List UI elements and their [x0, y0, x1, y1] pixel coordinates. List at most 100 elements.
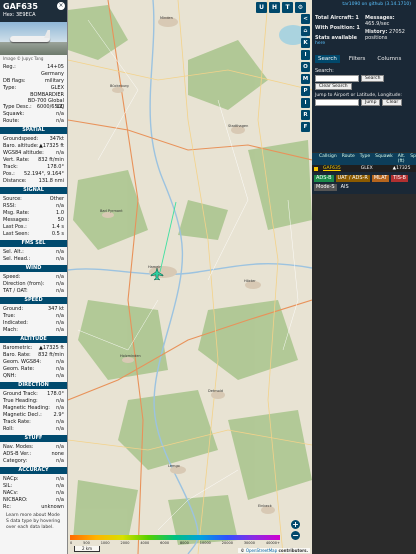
jump-input[interactable] — [315, 99, 359, 106]
search-button[interactable]: Search — [361, 75, 385, 82]
legend-tis-b[interactable]: TIS-B — [391, 175, 408, 182]
forest-areas — [68, 5, 312, 545]
detail-value: n/a — [56, 398, 64, 404]
tab-columns[interactable]: Columns — [374, 55, 404, 63]
detail-row: Groundspeed: 347kt — [3, 136, 64, 143]
detail-label: Track Rate: — [3, 419, 31, 425]
legend-mlat[interactable]: MLAT — [371, 175, 390, 182]
zoom-out-button[interactable]: − — [291, 531, 300, 540]
aircraft-hex: Hex: 3E9ECA — [3, 12, 36, 18]
map-side-button-4[interactable]: O — [301, 62, 310, 72]
map-canvas[interactable]: Minden Bückeburg Stadthagen Hameln Bad Pyrmo… — [68, 0, 312, 554]
clear-button[interactable]: Clear — [382, 99, 403, 106]
aircraft-photo[interactable] — [0, 22, 67, 55]
openstreetmap-link[interactable]: OpenStreetMap — [246, 548, 277, 553]
detail-row: ADS-B Ver.: none — [3, 451, 64, 458]
map-button-u[interactable]: U — [256, 2, 267, 13]
detail-label: True Heading: — [3, 398, 38, 404]
map-side-button-9[interactable]: F — [301, 122, 310, 132]
aircraft-info-panel: GAF635 Hex: 3E9ECA × Image © Jupyc Tang … — [0, 0, 68, 554]
row-checkbox[interactable] — [314, 166, 318, 171]
detail-row: Roll: n/a — [3, 426, 64, 433]
detail-row: Barometric: ▲17325 ft — [3, 345, 64, 352]
altitude-tick-label: 40000+ — [265, 541, 280, 545]
zoom-in-button[interactable]: + — [291, 520, 300, 529]
legend-mode-s[interactable]: Mode-S — [314, 184, 337, 191]
column-header[interactable]: Alt. (ft) — [398, 154, 406, 164]
city-label: Detmold — [208, 389, 223, 393]
row-callsign[interactable]: GAF635 — [323, 166, 341, 171]
altitude-tick-label: 20000 — [221, 541, 233, 545]
detail-value: 0.5 s — [51, 231, 64, 237]
detail-value: military — [44, 78, 64, 84]
clear-search-button[interactable]: Clear Search — [315, 83, 352, 90]
search-input[interactable] — [315, 75, 359, 82]
legend-uat-ads-r[interactable]: UAT / ADS-R — [335, 175, 370, 182]
tab-filters[interactable]: Filters — [346, 55, 369, 63]
legend-ais[interactable]: AIS — [338, 184, 351, 191]
map-view[interactable]: Minden Bückeburg Stadthagen Hameln Bad Pyrmo… — [68, 0, 312, 554]
detail-value: n/a — [56, 320, 64, 326]
map-side-button-6[interactable]: P — [301, 86, 310, 96]
jump-button[interactable]: Jump — [361, 99, 381, 106]
detail-value: 1.0 — [56, 210, 64, 216]
detail-label: Ground Track: — [3, 391, 38, 397]
column-header[interactable]: Spd — [410, 154, 416, 164]
detail-row: Route: n/a — [3, 118, 64, 125]
table-row[interactable]: GAF635 GLEX ▲17325 — [312, 165, 416, 172]
column-header[interactable]: Route — [342, 154, 355, 164]
detail-label: Last Seen: — [3, 231, 30, 237]
legend-ads-b[interactable]: ADS-B — [314, 175, 334, 182]
map-side-button-0[interactable]: < — [301, 14, 310, 24]
section-header-spatial: SPATIAL — [0, 127, 67, 134]
detail-row: Speed: n/a — [3, 274, 64, 281]
detail-value: n/a — [56, 111, 64, 117]
section-header-stuff: STUFF — [0, 435, 67, 442]
altitude-tick-label: 6000 — [160, 541, 170, 545]
detail-label: Mach: — [3, 327, 18, 333]
detail-row: Squawk: n/a — [3, 111, 64, 118]
map-side-button-5[interactable]: M — [301, 74, 310, 84]
type-description: BOMBARDIER BD-700 Global 6000/6500 — [27, 92, 64, 110]
detail-label: Baro. altitude: — [3, 143, 39, 149]
detail-label: Rc: — [3, 504, 11, 510]
map-side-button-2[interactable]: K — [301, 38, 310, 48]
close-icon[interactable]: × — [57, 2, 65, 10]
table-header: Callsign Route Type Squawk Alt. (ft) Spd — [312, 153, 416, 165]
stats-here-link[interactable]: here — [315, 41, 363, 47]
detail-label: Sel. Head.: — [3, 256, 31, 262]
detail-value: 178.0° — [47, 391, 64, 397]
detail-label: Speed: — [3, 274, 21, 280]
column-header[interactable]: Type — [360, 154, 370, 164]
altitude-tick-label: 10000 — [199, 541, 211, 545]
detail-label: Category: — [3, 458, 28, 464]
detail-value: n/a — [56, 203, 64, 209]
section-header-speed: SPEED — [0, 297, 67, 304]
detail-value: n/a — [56, 490, 64, 496]
column-header[interactable]: Callsign — [319, 154, 337, 164]
detail-row: Last Seen: 0.5 s — [3, 231, 64, 238]
detail-label: Messages: — [3, 217, 30, 223]
detail-row: NACp: n/a — [3, 476, 64, 483]
detail-value: n/a — [56, 405, 64, 411]
tab-search[interactable]: Search — [315, 55, 340, 63]
detail-value: n/a — [56, 419, 64, 425]
aircraft-table: Callsign Route Type Squawk Alt. (ft) Spd GAF6… — [312, 153, 416, 172]
detail-label: NICBARO: — [3, 497, 28, 503]
map-side-button-3[interactable]: I — [301, 50, 310, 60]
detail-value: n/a — [56, 366, 64, 372]
map-button-h[interactable]: H — [269, 2, 280, 13]
aircraft-header: GAF635 Hex: 3E9ECA × — [0, 0, 67, 22]
map-side-button-7[interactable]: I — [301, 98, 310, 108]
messages-value: 465.9/sec — [365, 21, 390, 27]
detail-row: Type: GLEX — [3, 85, 64, 92]
detail-label: Magnetic Heading: — [3, 405, 50, 411]
settings-gear-icon[interactable]: ⚙ — [295, 2, 306, 13]
detail-row: Last Pos.: 1.4 s — [3, 224, 64, 231]
map-side-button-1[interactable]: ⌂ — [301, 26, 310, 36]
map-side-button-8[interactable]: R — [301, 110, 310, 120]
version-link[interactable]: tar1090 on github (3.14.1710) — [315, 2, 411, 7]
search-label: Search: — [315, 68, 334, 74]
map-button-t[interactable]: T — [282, 2, 293, 13]
column-header[interactable]: Squawk — [375, 154, 393, 164]
